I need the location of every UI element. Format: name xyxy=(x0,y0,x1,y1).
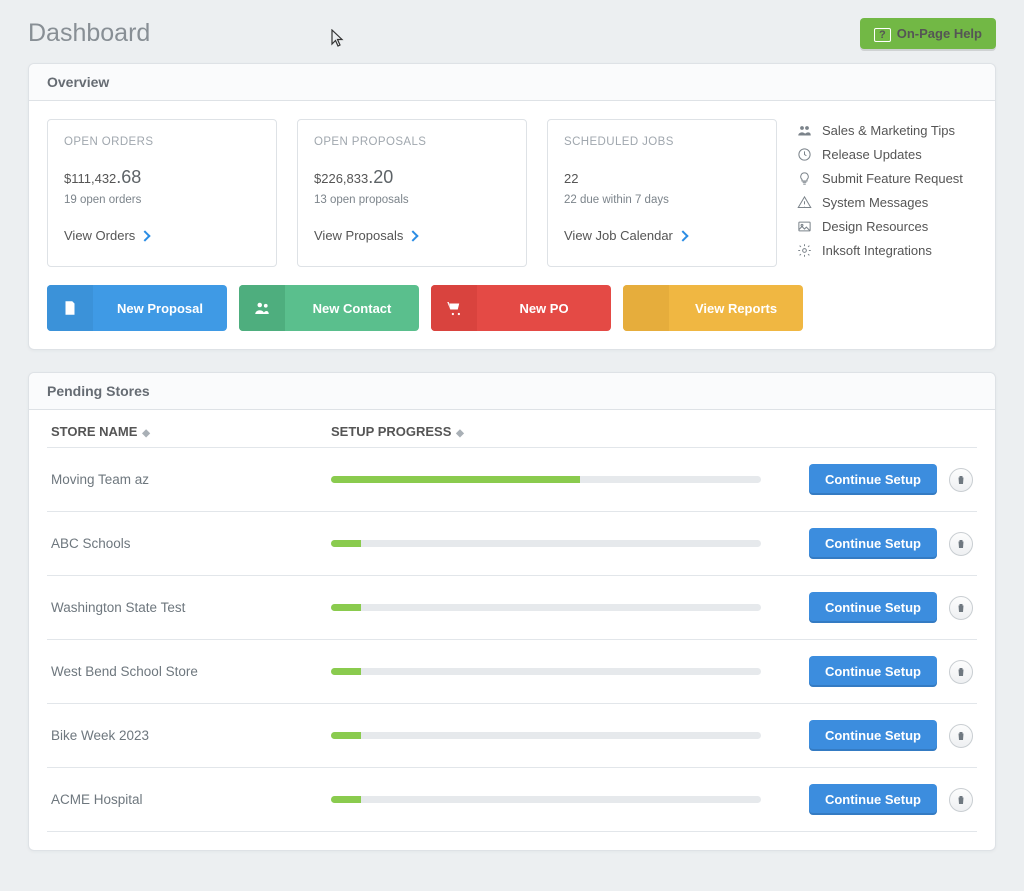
col-store-name[interactable]: STORE NAME ◆ xyxy=(47,416,327,448)
continue-setup-button[interactable]: Continue Setup xyxy=(809,784,937,815)
help-icon: ? xyxy=(874,28,891,42)
new-contact-button[interactable]: New Contact xyxy=(239,285,419,331)
progress-bar xyxy=(331,604,761,611)
table-row: Washington State Test Continue Setup xyxy=(47,576,977,640)
warning-icon xyxy=(797,195,812,210)
table-row: Bike Week 2023 Continue Setup xyxy=(47,704,977,768)
sort-icon: ◆ xyxy=(453,428,463,439)
pending-stores-title: Pending Stores xyxy=(47,383,977,399)
bar-chart-icon xyxy=(637,299,655,317)
continue-setup-button[interactable]: Continue Setup xyxy=(809,528,937,559)
people-icon xyxy=(253,299,271,317)
table-row: Moving Team az Continue Setup xyxy=(47,448,977,512)
delete-button[interactable] xyxy=(949,660,973,684)
lightbulb-icon xyxy=(797,171,812,186)
page-title: Dashboard xyxy=(28,19,150,48)
col-setup-progress[interactable]: SETUP PROGRESS ◆ xyxy=(327,416,777,448)
help-button-label: On-Page Help xyxy=(897,26,982,41)
sort-icon: ◆ xyxy=(139,428,149,439)
delete-button[interactable] xyxy=(949,596,973,620)
overview-title: Overview xyxy=(47,74,977,90)
overview-side-links: Sales & Marketing Tips Release Updates S… xyxy=(797,119,977,267)
inksoft-integrations-link[interactable]: Inksoft Integrations xyxy=(797,243,977,258)
trash-icon xyxy=(955,794,967,806)
store-name: ACME Hospital xyxy=(51,792,323,807)
open-orders-card: OPEN ORDERS $111,432.68 19 open orders V… xyxy=(47,119,277,267)
continue-setup-button[interactable]: Continue Setup xyxy=(809,656,937,687)
overview-panel: Overview OPEN ORDERS $111,432.68 19 open… xyxy=(28,63,996,350)
cart-icon xyxy=(445,299,463,317)
store-name: ABC Schools xyxy=(51,536,323,551)
view-reports-button[interactable]: View Reports xyxy=(623,285,803,331)
progress-bar xyxy=(331,796,761,803)
progress-bar xyxy=(331,668,761,675)
store-name: Washington State Test xyxy=(51,600,323,615)
pending-stores-panel: Pending Stores STORE NAME ◆ SETUP PROGRE… xyxy=(28,372,996,851)
new-proposal-button[interactable]: New Proposal xyxy=(47,285,227,331)
clock-icon xyxy=(797,147,812,162)
document-icon xyxy=(61,299,79,317)
store-name: Bike Week 2023 xyxy=(51,728,323,743)
view-job-calendar-link[interactable]: View Job Calendar xyxy=(564,228,687,243)
trash-icon xyxy=(955,538,967,550)
trash-icon xyxy=(955,666,967,678)
table-row: ABC Schools Continue Setup xyxy=(47,512,977,576)
scheduled-jobs-sub: 22 due within 7 days xyxy=(564,194,760,206)
open-orders-label: OPEN ORDERS xyxy=(64,136,260,148)
continue-setup-button[interactable]: Continue Setup xyxy=(809,720,937,751)
delete-button[interactable] xyxy=(949,532,973,556)
open-proposals-sub: 13 open proposals xyxy=(314,194,510,206)
chevron-right-icon xyxy=(408,230,419,241)
on-page-help-button[interactable]: ? On-Page Help xyxy=(860,18,996,49)
continue-setup-button[interactable]: Continue Setup xyxy=(809,464,937,495)
release-updates-link[interactable]: Release Updates xyxy=(797,147,977,162)
chevron-right-icon xyxy=(677,230,688,241)
delete-button[interactable] xyxy=(949,468,973,492)
view-orders-link[interactable]: View Orders xyxy=(64,228,149,243)
chevron-right-icon xyxy=(140,230,151,241)
open-proposals-label: OPEN PROPOSALS xyxy=(314,136,510,148)
new-po-button[interactable]: New PO xyxy=(431,285,611,331)
progress-bar xyxy=(331,540,761,547)
view-proposals-link[interactable]: View Proposals xyxy=(314,228,417,243)
delete-button[interactable] xyxy=(949,788,973,812)
progress-bar xyxy=(331,732,761,739)
open-proposals-card: OPEN PROPOSALS $226,833.20 13 open propo… xyxy=(297,119,527,267)
gear-icon xyxy=(797,243,812,258)
people-icon xyxy=(797,123,812,138)
trash-icon xyxy=(955,730,967,742)
delete-button[interactable] xyxy=(949,724,973,748)
open-orders-sub: 19 open orders xyxy=(64,194,260,206)
continue-setup-button[interactable]: Continue Setup xyxy=(809,592,937,623)
scheduled-jobs-card: SCHEDULED JOBS 22 22 due within 7 days V… xyxy=(547,119,777,267)
table-row: West Bend School Store Continue Setup xyxy=(47,640,977,704)
trash-icon xyxy=(955,602,967,614)
store-name: Moving Team az xyxy=(51,472,323,487)
scheduled-jobs-label: SCHEDULED JOBS xyxy=(564,136,760,148)
pending-stores-table: STORE NAME ◆ SETUP PROGRESS ◆ Moving Tea… xyxy=(47,416,977,832)
table-row: ACME Hospital Continue Setup xyxy=(47,768,977,832)
sales-tips-link[interactable]: Sales & Marketing Tips xyxy=(797,123,977,138)
store-name: West Bend School Store xyxy=(51,664,323,679)
feature-request-link[interactable]: Submit Feature Request xyxy=(797,171,977,186)
system-messages-link[interactable]: System Messages xyxy=(797,195,977,210)
trash-icon xyxy=(955,474,967,486)
open-orders-value: $111,432.68 xyxy=(64,158,260,190)
progress-bar xyxy=(331,476,761,483)
design-resources-link[interactable]: Design Resources xyxy=(797,219,977,234)
scheduled-jobs-value: 22 xyxy=(564,158,760,190)
open-proposals-value: $226,833.20 xyxy=(314,158,510,190)
image-icon xyxy=(797,219,812,234)
